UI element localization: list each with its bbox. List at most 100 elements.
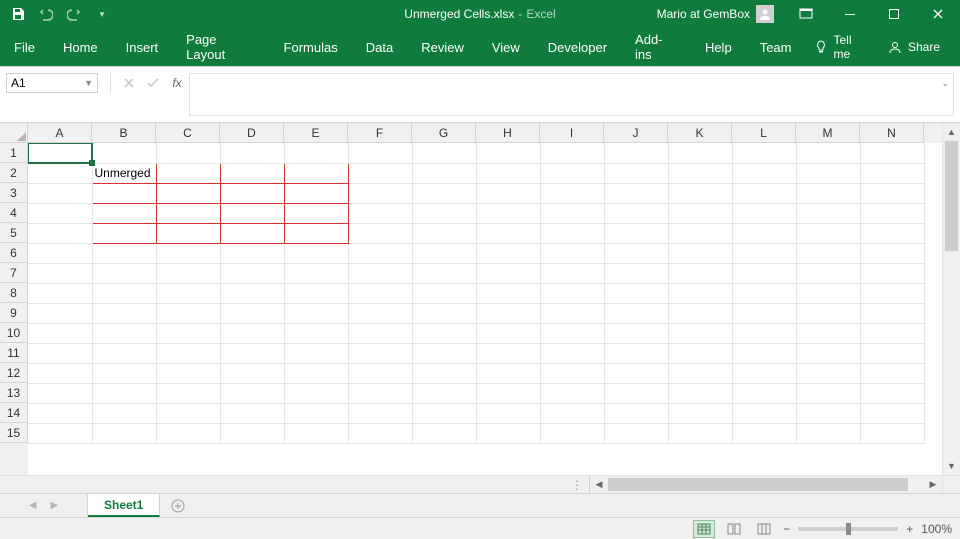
- cell-M7[interactable]: [796, 263, 860, 283]
- cell-D5[interactable]: [220, 223, 284, 243]
- ribbon-display-options-icon[interactable]: [784, 0, 828, 28]
- cell-E12[interactable]: [284, 363, 348, 383]
- scroll-left-icon[interactable]: ◀: [590, 476, 608, 493]
- cell-L4[interactable]: [732, 203, 796, 223]
- cell-M2[interactable]: [796, 163, 860, 183]
- cell-N6[interactable]: [860, 243, 924, 263]
- cell-I4[interactable]: [540, 203, 604, 223]
- cell-I10[interactable]: [540, 323, 604, 343]
- cell-M5[interactable]: [796, 223, 860, 243]
- cell-N4[interactable]: [860, 203, 924, 223]
- cell-A15[interactable]: [28, 423, 92, 443]
- cell-F1[interactable]: [348, 143, 412, 163]
- column-header-E[interactable]: E: [284, 123, 348, 143]
- cell-C7[interactable]: [156, 263, 220, 283]
- cell-F10[interactable]: [348, 323, 412, 343]
- cell-H9[interactable]: [476, 303, 540, 323]
- cell-H2[interactable]: [476, 163, 540, 183]
- name-box-dropdown-icon[interactable]: ▼: [84, 78, 93, 88]
- cell-F2[interactable]: [348, 163, 412, 183]
- cell-A4[interactable]: [28, 203, 92, 223]
- cell-K4[interactable]: [668, 203, 732, 223]
- cell-A14[interactable]: [28, 403, 92, 423]
- cell-D9[interactable]: [220, 303, 284, 323]
- tab-developer[interactable]: Developer: [534, 28, 621, 66]
- cell-I2[interactable]: [540, 163, 604, 183]
- cell-D7[interactable]: [220, 263, 284, 283]
- cell-C9[interactable]: [156, 303, 220, 323]
- cell-E2[interactable]: [284, 163, 348, 183]
- cell-F8[interactable]: [348, 283, 412, 303]
- cell-E9[interactable]: [284, 303, 348, 323]
- cell-C15[interactable]: [156, 423, 220, 443]
- row-header-2[interactable]: 2: [0, 163, 28, 183]
- tab-review[interactable]: Review: [407, 28, 478, 66]
- select-all-corner[interactable]: [0, 123, 28, 143]
- cell-D15[interactable]: [220, 423, 284, 443]
- cell-E5[interactable]: [284, 223, 348, 243]
- cell-N2[interactable]: [860, 163, 924, 183]
- row-header-7[interactable]: 7: [0, 263, 28, 283]
- cell-D3[interactable]: [220, 183, 284, 203]
- cell-M12[interactable]: [796, 363, 860, 383]
- cell-B2[interactable]: Unmerged: [92, 163, 156, 183]
- tab-file[interactable]: File: [0, 28, 49, 66]
- sheet-nav[interactable]: ◀ ▶: [0, 494, 88, 517]
- scroll-up-icon[interactable]: ▲: [943, 123, 960, 141]
- cell-L7[interactable]: [732, 263, 796, 283]
- column-header-G[interactable]: G: [412, 123, 476, 143]
- maximize-button[interactable]: [872, 0, 916, 28]
- cell-D2[interactable]: [220, 163, 284, 183]
- tab-team[interactable]: Team: [746, 28, 806, 66]
- cell-L10[interactable]: [732, 323, 796, 343]
- cell-K10[interactable]: [668, 323, 732, 343]
- cell-L1[interactable]: [732, 143, 796, 163]
- cell-L3[interactable]: [732, 183, 796, 203]
- cell-F4[interactable]: [348, 203, 412, 223]
- normal-view-icon[interactable]: [693, 520, 715, 538]
- cell-H4[interactable]: [476, 203, 540, 223]
- cell-A1[interactable]: [28, 143, 92, 163]
- cell-B5[interactable]: [92, 223, 156, 243]
- cell-J7[interactable]: [604, 263, 668, 283]
- cell-B1[interactable]: [92, 143, 156, 163]
- cell-M3[interactable]: [796, 183, 860, 203]
- tab-insert[interactable]: Insert: [112, 28, 173, 66]
- column-header-K[interactable]: K: [668, 123, 732, 143]
- cell-G15[interactable]: [412, 423, 476, 443]
- cell-N5[interactable]: [860, 223, 924, 243]
- column-header-D[interactable]: D: [220, 123, 284, 143]
- column-header-J[interactable]: J: [604, 123, 668, 143]
- cell-I14[interactable]: [540, 403, 604, 423]
- cell-G3[interactable]: [412, 183, 476, 203]
- customize-qat-icon[interactable]: ▾: [90, 2, 114, 26]
- row-header-11[interactable]: 11: [0, 343, 28, 363]
- tab-formulas[interactable]: Formulas: [270, 28, 352, 66]
- cell-A7[interactable]: [28, 263, 92, 283]
- cell-L8[interactable]: [732, 283, 796, 303]
- cell-M11[interactable]: [796, 343, 860, 363]
- row-header-5[interactable]: 5: [0, 223, 28, 243]
- cell-M10[interactable]: [796, 323, 860, 343]
- cell-M8[interactable]: [796, 283, 860, 303]
- row-header-15[interactable]: 15: [0, 423, 28, 443]
- cell-D1[interactable]: [220, 143, 284, 163]
- sheet-tab-sheet1[interactable]: Sheet1: [88, 494, 160, 517]
- cell-H7[interactable]: [476, 263, 540, 283]
- cell-F15[interactable]: [348, 423, 412, 443]
- cell-C13[interactable]: [156, 383, 220, 403]
- row-header-8[interactable]: 8: [0, 283, 28, 303]
- cell-J1[interactable]: [604, 143, 668, 163]
- user-account[interactable]: Mario at GemBox: [647, 5, 784, 23]
- cell-G1[interactable]: [412, 143, 476, 163]
- cell-E14[interactable]: [284, 403, 348, 423]
- row-header-3[interactable]: 3: [0, 183, 28, 203]
- cell-F7[interactable]: [348, 263, 412, 283]
- cell-F12[interactable]: [348, 363, 412, 383]
- cell-J9[interactable]: [604, 303, 668, 323]
- cell-I3[interactable]: [540, 183, 604, 203]
- cell-H1[interactable]: [476, 143, 540, 163]
- cell-J8[interactable]: [604, 283, 668, 303]
- expand-formula-bar-icon[interactable]: ⌄: [941, 78, 949, 89]
- cell-B13[interactable]: [92, 383, 156, 403]
